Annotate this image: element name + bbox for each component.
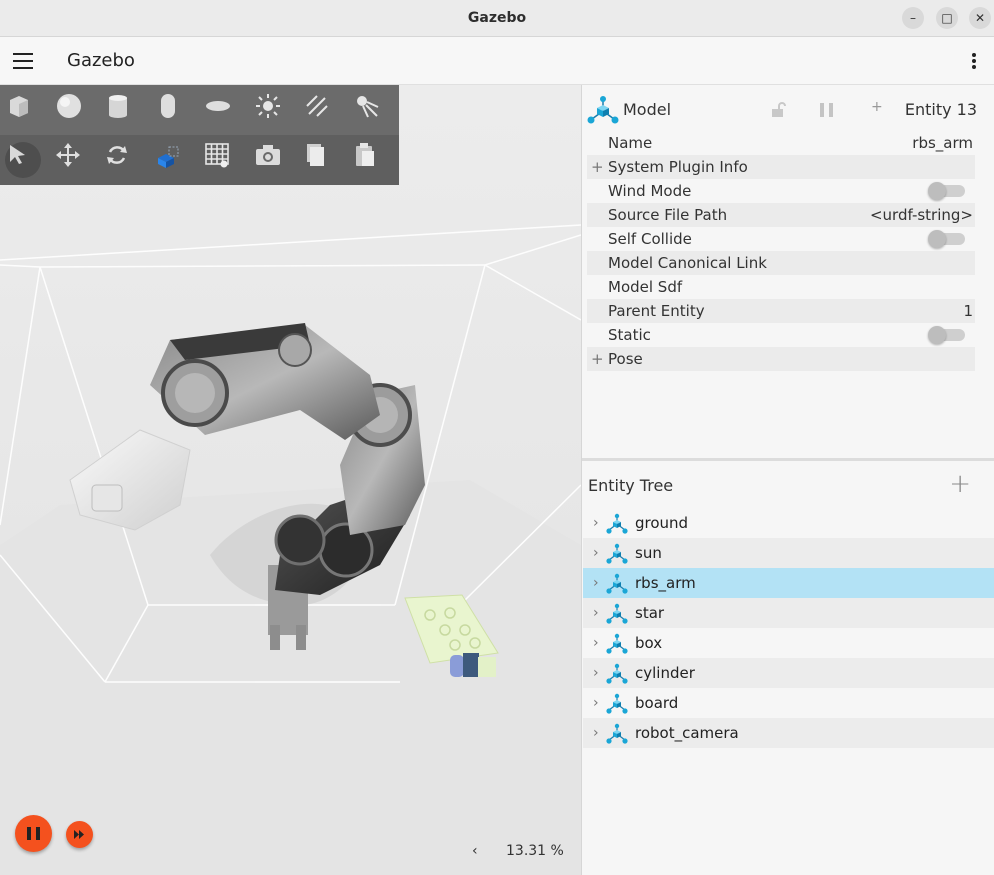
pause-updates-icon[interactable] <box>818 102 836 118</box>
property-row: Source File Path <urdf-string> <box>587 203 975 227</box>
translate-icon[interactable] <box>55 142 91 178</box>
app-title: Gazebo <box>67 50 135 71</box>
property-row: Model Canonical Link <box>587 251 975 275</box>
entity-tree-item-cylinder[interactable]: › cylinder <box>583 658 994 688</box>
box-icon[interactable] <box>5 92 41 128</box>
entity-tree-item-star[interactable]: › star <box>583 598 994 628</box>
entity-id-label: Entity 13 <box>904 100 977 119</box>
scene-3d-view[interactable]: ‹ 13.31 % <box>0 85 581 875</box>
entity-tree-item-label: box <box>635 634 663 652</box>
property-label: Static <box>608 326 651 344</box>
chevron-right-icon[interactable]: › <box>593 598 599 628</box>
property-row: Parent Entity 1 <box>587 299 975 323</box>
property-label: Source File Path <box>608 206 728 224</box>
property-label: Parent Entity <box>608 302 705 320</box>
property-value: <urdf-string> <box>869 206 973 224</box>
entity-tree-item-box[interactable]: › box <box>583 628 994 658</box>
chevron-right-icon[interactable]: › <box>593 658 599 688</box>
property-toggle[interactable] <box>928 326 965 344</box>
property-label: Name <box>608 134 653 152</box>
cylinder-icon[interactable] <box>104 92 140 128</box>
entity-tree-item-rbs-arm[interactable]: › rbs_arm <box>583 568 994 598</box>
property-label: System Plugin Info <box>608 158 748 176</box>
copy-icon[interactable] <box>303 142 339 178</box>
component-type-label: Model <box>623 100 672 119</box>
property-label: Pose <box>608 350 643 368</box>
tools-toolbar <box>0 135 399 185</box>
chevron-right-icon[interactable]: › <box>593 568 599 598</box>
shapes-toolbar <box>0 85 399 135</box>
camera-icon[interactable] <box>254 142 290 178</box>
property-row[interactable]: + System Plugin Info <box>587 155 975 179</box>
entity-tree-item-label: board <box>635 694 679 712</box>
add-component-icon[interactable]: + <box>871 99 883 115</box>
entity-tree-item-ground[interactable]: › ground <box>583 508 994 538</box>
rotate-icon[interactable] <box>104 142 140 178</box>
window-title: Gazebo <box>467 10 527 26</box>
entity-tree-item-label: robot_camera <box>635 724 739 742</box>
kebab-menu-icon[interactable] <box>964 51 984 73</box>
chevron-right-icon[interactable]: › <box>593 718 599 748</box>
sun-light-icon[interactable] <box>254 92 290 128</box>
model-icon <box>605 723 629 755</box>
property-label: Model Canonical Link <box>608 254 767 272</box>
property-row: Name rbs_arm <box>587 131 975 155</box>
gazebo-window: Gazebo – □ ✕ Gazebo ‹ 13.31 % Model + En… <box>0 0 994 875</box>
pause-button[interactable] <box>15 815 52 852</box>
real-time-factor: 13.31 % <box>506 843 564 859</box>
property-toggle[interactable] <box>928 182 965 200</box>
model-icon <box>587 96 619 124</box>
hamburger-menu-icon[interactable] <box>13 53 33 69</box>
property-row: Model Sdf <box>587 275 975 299</box>
add-entity-icon[interactable]: + <box>949 469 971 499</box>
property-label: Self Collide <box>608 230 692 248</box>
entity-tree-item-label: star <box>635 604 665 622</box>
property-toggle[interactable] <box>928 230 965 248</box>
grid-icon[interactable] <box>204 142 240 178</box>
paste-icon[interactable] <box>353 142 389 178</box>
ellipsoid-icon[interactable] <box>204 92 240 128</box>
capsule-icon[interactable] <box>154 92 190 128</box>
entity-tree-item-label: ground <box>635 514 689 532</box>
chevron-right-icon[interactable]: › <box>593 628 599 658</box>
directional-light-icon[interactable] <box>303 92 339 128</box>
entity-tree-item-sun[interactable]: › sun <box>583 538 994 568</box>
window-titlebar: Gazebo – □ ✕ <box>0 0 994 37</box>
expand-plus-icon[interactable]: + <box>591 347 604 371</box>
maximize-button[interactable]: □ <box>936 7 958 29</box>
align-icon[interactable] <box>154 142 190 178</box>
entity-tree-item-label: sun <box>635 544 662 562</box>
chevron-right-icon[interactable]: › <box>593 688 599 718</box>
app-bar: Gazebo <box>0 37 994 85</box>
minimize-button[interactable]: – <box>902 7 924 29</box>
chevron-right-icon[interactable]: › <box>593 508 599 538</box>
property-row: Static <box>587 323 975 347</box>
property-row: Wind Mode <box>587 179 975 203</box>
entity-tree-header: Entity Tree + <box>582 461 994 507</box>
entity-tree-item-board[interactable]: › board <box>583 688 994 718</box>
expand-plus-icon[interactable]: + <box>591 155 604 179</box>
sphere-icon[interactable] <box>55 92 91 128</box>
rtf-expand-arrow[interactable]: ‹ <box>472 843 478 859</box>
entity-tree-item-label: rbs_arm <box>635 574 696 592</box>
property-label: Model Sdf <box>608 278 683 296</box>
chevron-right-icon[interactable]: › <box>593 538 599 568</box>
step-forward-button[interactable] <box>66 821 93 848</box>
component-inspector-header: Model + Entity 13 <box>582 85 994 131</box>
entity-tree-item-label: cylinder <box>635 664 695 682</box>
property-value: rbs_arm <box>912 134 973 152</box>
right-panel: Model + Entity 13 Name rbs_arm + System Plu… <box>581 85 994 875</box>
spot-light-icon[interactable] <box>353 92 389 128</box>
entity-tree-title: Entity Tree <box>588 476 674 495</box>
entity-tree-item-robot-camera[interactable]: › robot_camera <box>583 718 994 748</box>
property-value: 1 <box>963 302 973 320</box>
lock-icon[interactable] <box>770 102 786 118</box>
property-row: Self Collide <box>587 227 975 251</box>
close-button[interactable]: ✕ <box>969 7 991 29</box>
select-arrow-icon[interactable] <box>5 142 41 178</box>
property-row[interactable]: + Pose <box>587 347 975 371</box>
property-label: Wind Mode <box>608 182 692 200</box>
scene-render <box>0 85 581 875</box>
